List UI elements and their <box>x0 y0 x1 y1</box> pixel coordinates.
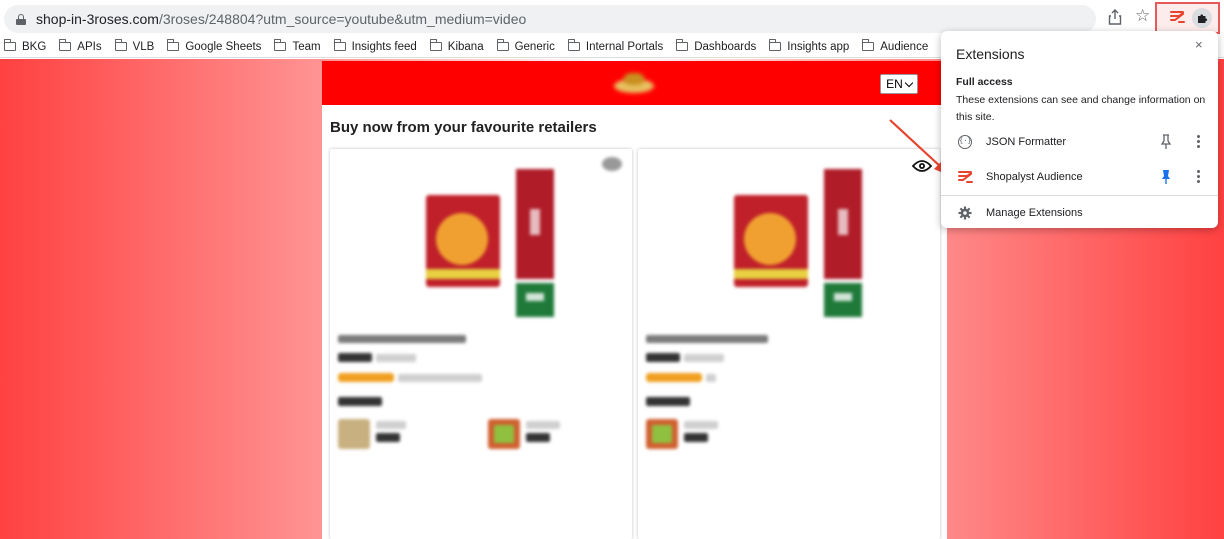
bookmark-folder[interactable]: Insights feed <box>333 39 417 53</box>
folder-icon <box>429 39 442 51</box>
bookmark-label: Internal Portals <box>585 40 664 53</box>
share-icon[interactable] <box>1108 9 1122 30</box>
bookmark-folder[interactable]: BKG <box>4 39 47 53</box>
extension-row-shopalyst[interactable]: Shopalyst Audience <box>941 164 1218 192</box>
bookmark-folder[interactable]: VLB <box>114 39 155 53</box>
popup-title: Extensions <box>956 46 1025 62</box>
divider <box>941 195 1218 196</box>
manage-extensions-label: Manage Extensions <box>986 207 1083 219</box>
bookmark-label: Insights app <box>787 40 850 53</box>
url-host: shop-in-3roses.com <box>36 11 159 27</box>
card-toggle-icon[interactable] <box>602 157 622 171</box>
folder-icon <box>567 39 580 51</box>
bookmark-folder[interactable]: Dashboards <box>676 39 757 53</box>
section-title: Full access <box>956 76 1013 88</box>
extension-row-json-formatter[interactable]: {·} JSON Formatter <box>941 129 1218 157</box>
bookmark-folder[interactable]: Generic <box>496 39 555 53</box>
gear-icon <box>958 206 972 220</box>
bookmark-folder[interactable]: Team <box>274 39 321 53</box>
shopalyst-icon <box>958 170 973 184</box>
bookmark-folder[interactable]: Kibana <box>429 39 484 53</box>
bookmark-label: Audience <box>880 40 929 53</box>
star-icon[interactable]: ☆ <box>1135 7 1150 25</box>
page-title: Buy now from your favourite retailers <box>330 119 597 136</box>
folder-icon <box>496 39 509 51</box>
folder-icon <box>862 39 875 51</box>
folder-icon <box>274 39 287 51</box>
chevron-down-icon <box>904 78 914 87</box>
lock-icon[interactable] <box>16 13 26 25</box>
bookmark-label: APIs <box>77 40 102 53</box>
product-card[interactable] <box>638 149 940 539</box>
omnibox[interactable]: shop-in-3roses.com/3roses/248804?utm_sou… <box>4 5 1096 33</box>
bookmark-label: VLB <box>132 40 155 53</box>
extension-name: Shopalyst Audience <box>986 171 1083 183</box>
bookmark-label: Dashboards <box>694 40 757 53</box>
brand-logo[interactable] <box>614 73 654 95</box>
folder-icon <box>4 39 16 51</box>
bookmark-label: BKG <box>22 40 47 53</box>
language-select[interactable]: EN <box>880 74 918 94</box>
product-card[interactable] <box>330 149 632 539</box>
json-icon: {·} <box>958 135 972 149</box>
folder-icon <box>114 39 127 51</box>
folder-icon <box>333 39 346 51</box>
bookmark-label: Kibana <box>447 40 484 53</box>
folder-icon <box>769 39 782 51</box>
close-icon[interactable]: × <box>1195 37 1203 52</box>
extensions-popup: Extensions × Full access These extension… <box>941 31 1218 228</box>
folder-icon <box>167 39 180 51</box>
section-description: These extensions can see and change info… <box>956 94 1206 123</box>
store-header: EN <box>322 61 947 105</box>
folder-icon <box>59 39 72 51</box>
puzzle-icon[interactable] <box>1192 8 1212 28</box>
extension-name: JSON Formatter <box>986 136 1067 148</box>
bookmark-folder[interactable]: Insights app <box>769 39 850 53</box>
folder-icon <box>676 39 689 51</box>
more-options-icon[interactable] <box>1197 135 1201 149</box>
more-options-icon[interactable] <box>1197 170 1201 184</box>
bookmark-label: Generic <box>514 40 555 53</box>
bookmark-label: Insights feed <box>351 40 417 53</box>
language-label: EN <box>886 77 903 91</box>
manage-extensions-row[interactable]: Manage Extensions <box>941 200 1218 228</box>
bookmark-folder[interactable]: Internal Portals <box>567 39 664 53</box>
pin-icon-active[interactable] <box>1160 169 1172 185</box>
store-container: EN Buy now from your favourite retailers <box>322 61 947 539</box>
bookmark-folder[interactable]: Audience <box>862 39 929 53</box>
pin-icon[interactable] <box>1160 134 1172 150</box>
url-path: /3roses/248804?utm_source=youtube&utm_me… <box>158 11 527 27</box>
bookmark-folder[interactable]: APIs <box>59 39 102 53</box>
bookmark-folder[interactable]: Google Sheets <box>167 39 262 53</box>
shopalyst-icon[interactable] <box>1170 10 1186 24</box>
url-text[interactable]: shop-in-3roses.com/3roses/248804?utm_sou… <box>36 11 526 27</box>
bookmark-label: Team <box>292 40 321 53</box>
bookmark-label: Google Sheets <box>185 40 262 53</box>
